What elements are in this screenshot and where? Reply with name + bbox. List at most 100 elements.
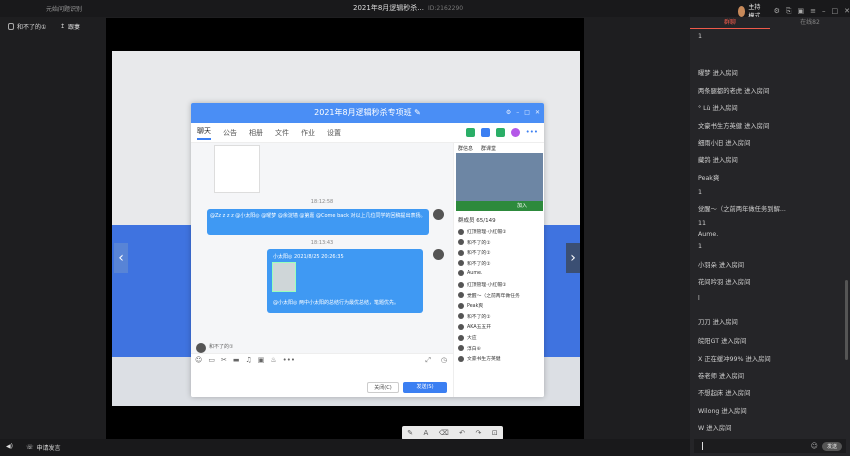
member-item[interactable]: 大应 xyxy=(458,334,477,341)
meeting-title: 2021年8月逻辑秒杀... ID:2162290 xyxy=(353,4,464,12)
folder-icon[interactable]: ▬ xyxy=(233,356,240,364)
settings-icon[interactable]: ⚙ xyxy=(506,103,511,123)
gif-icon[interactable]: ▭ xyxy=(208,356,215,364)
avatar xyxy=(433,249,444,260)
image-icon[interactable]: ▣ xyxy=(258,356,265,364)
member-item[interactable]: Aume. xyxy=(458,270,482,277)
follow-button[interactable]: ↥ 跟妻 xyxy=(60,22,80,31)
tab-album[interactable]: 相册 xyxy=(249,128,263,138)
chat-message: X 正在缓冲99% 进入房间 xyxy=(698,356,771,363)
avatar xyxy=(458,270,464,277)
local-user-name: 和不了的① xyxy=(17,24,47,31)
share-icon[interactable]: ⎘ xyxy=(786,7,792,16)
send-button[interactable]: 发送(S) xyxy=(403,382,447,393)
slide: 2021年8月逻辑秒杀专项班 ✎ ⚙ – □ ✕ 聊天 公告 相册 文件 作业 设置 … xyxy=(112,51,580,406)
clock-icon[interactable]: ◷ xyxy=(441,356,447,364)
bell-icon[interactable]: ♨ xyxy=(270,356,276,364)
scrollbar[interactable] xyxy=(845,280,848,360)
reply-text: @小太阳◎ 两中小太阳的总结行为最优总结，笔题优先。 xyxy=(273,300,399,306)
live-preview[interactable] xyxy=(456,153,543,201)
music-icon[interactable]: ♫ xyxy=(245,356,251,364)
emoji-icon[interactable]: ☺ xyxy=(195,356,202,364)
tab-homework[interactable]: 作业 xyxy=(301,128,315,138)
member-item[interactable]: 文豪书生方英健 xyxy=(458,355,501,362)
close-icon[interactable]: ✕ xyxy=(535,103,540,123)
expand-icon[interactable]: ⤢ xyxy=(425,356,431,365)
chat-input[interactable]: ☺ 发送 xyxy=(694,439,846,453)
chat-message: 曜梦 进入房间 xyxy=(698,70,738,77)
tab-group-chat[interactable]: 群聊 xyxy=(690,17,770,29)
undo-icon[interactable]: ↶ xyxy=(459,429,465,437)
avatar xyxy=(458,345,464,352)
join-button[interactable]: 加入 xyxy=(456,201,543,211)
chat-message: 花间吟羽 进入房间 xyxy=(698,279,751,286)
lock-icon[interactable]: ⊡ xyxy=(492,429,498,437)
tab-chat[interactable]: 聊天 xyxy=(197,126,211,140)
text-icon[interactable]: A xyxy=(424,429,429,437)
tab-group-class[interactable]: 群课堂 xyxy=(481,145,496,152)
message-bubble: @Zz z z z @小太阳◎ @曜梦 @余淀墙 @第嘉 @Come back … xyxy=(207,209,429,235)
member-item[interactable]: 和不了的① xyxy=(458,249,491,256)
timestamp: 18:13:43 xyxy=(310,240,334,246)
more-icon[interactable]: ••• xyxy=(526,128,538,137)
apply-speak-button[interactable]: ☏ 申请发言 xyxy=(26,443,61,452)
close-button[interactable]: 关闭(C) xyxy=(367,382,399,393)
window-controls: ⚙ ⎘ ▣ ≡ – □ ✕ xyxy=(774,7,850,16)
tab-settings[interactable]: 设置 xyxy=(327,128,341,138)
tab-files[interactable]: 文件 xyxy=(275,128,289,138)
image-attachment[interactable] xyxy=(272,262,296,292)
eraser-icon[interactable]: ⌫ xyxy=(439,429,449,437)
member-item[interactable]: 和不了的① xyxy=(458,260,491,267)
member-name: 浮白⑥ xyxy=(467,346,481,352)
previous-arrow[interactable]: ‹ xyxy=(114,243,128,273)
screen-share-icon[interactable] xyxy=(495,128,505,137)
video-icon[interactable] xyxy=(480,128,490,137)
add-icon[interactable] xyxy=(510,128,520,137)
tab-notice[interactable]: 公告 xyxy=(223,128,237,138)
member-name: 文豪书生方英健 xyxy=(467,357,501,363)
bottom-bar: ◀) ☏ 申请发言 xyxy=(0,439,690,456)
menu-icon[interactable]: ≡ xyxy=(810,7,816,16)
avatar[interactable] xyxy=(738,5,746,17)
tab-online[interactable]: 在线82 xyxy=(770,17,850,29)
avatar xyxy=(433,209,444,220)
chat-message: ° Lù 进入房间 xyxy=(698,105,738,112)
more-icon[interactable]: ••• xyxy=(283,356,295,364)
tab-group-info[interactable]: 群信息 xyxy=(458,145,473,152)
minimize-icon[interactable]: – xyxy=(822,7,826,16)
member-item[interactable]: 和不了的① xyxy=(458,239,491,246)
avatar xyxy=(458,334,464,341)
chat-message: 1 xyxy=(698,189,703,196)
volume-icon[interactable]: ◀) xyxy=(6,443,13,450)
maximize-icon[interactable]: □ xyxy=(524,103,530,123)
member-item[interactable]: 红顶管理·小红帽① xyxy=(458,281,506,288)
chat-message: l xyxy=(698,295,700,302)
annotation-toolbar: ✎ A ⌫ ↶ ↷ ⊡ xyxy=(402,426,503,440)
send-button[interactable]: 发送 xyxy=(821,441,842,451)
pin-icon[interactable]: ▣ xyxy=(798,7,805,16)
pen-icon[interactable]: ✎ xyxy=(407,429,413,437)
emoji-icon[interactable]: ☺ xyxy=(811,442,818,450)
close-icon[interactable]: ✕ xyxy=(844,7,850,16)
sender-name: 和不了的① xyxy=(209,344,234,350)
maximize-icon[interactable]: □ xyxy=(832,7,839,16)
member-item[interactable]: 红顶管理·小红帽① xyxy=(458,228,506,235)
member-item[interactable]: 浮白⑥ xyxy=(458,345,481,352)
chat-message: 两条腿都的老虎 进入房间 xyxy=(698,88,770,95)
minimize-icon[interactable]: – xyxy=(516,103,519,123)
mic-icon xyxy=(8,23,14,30)
redo-icon[interactable]: ↷ xyxy=(475,429,481,437)
member-item[interactable]: Peak爽 xyxy=(458,302,483,309)
member-name: 大应 xyxy=(467,336,477,341)
member-item[interactable]: 和不了的① xyxy=(458,313,491,320)
input-toolbar: ☺ ▭ ✂ ▬ ♫ ▣ ♨ ••• xyxy=(195,356,295,364)
message-input-area[interactable]: ☺ ▭ ✂ ▬ ♫ ▣ ♨ ••• ⤢ ◷ 关闭(C) 发送(S) xyxy=(191,353,453,397)
scissors-icon[interactable]: ✂ xyxy=(221,356,227,364)
member-item[interactable]: AKA五五开 xyxy=(458,323,491,330)
next-arrow[interactable]: › xyxy=(566,243,580,273)
phone-icon[interactable] xyxy=(465,128,475,137)
document-thumbnail[interactable] xyxy=(214,145,260,193)
meeting-id: ID:2162290 xyxy=(427,5,464,12)
settings-icon[interactable]: ⚙ xyxy=(774,7,780,16)
member-item[interactable]: 觉醒～（之前两年做任务 xyxy=(458,292,520,299)
